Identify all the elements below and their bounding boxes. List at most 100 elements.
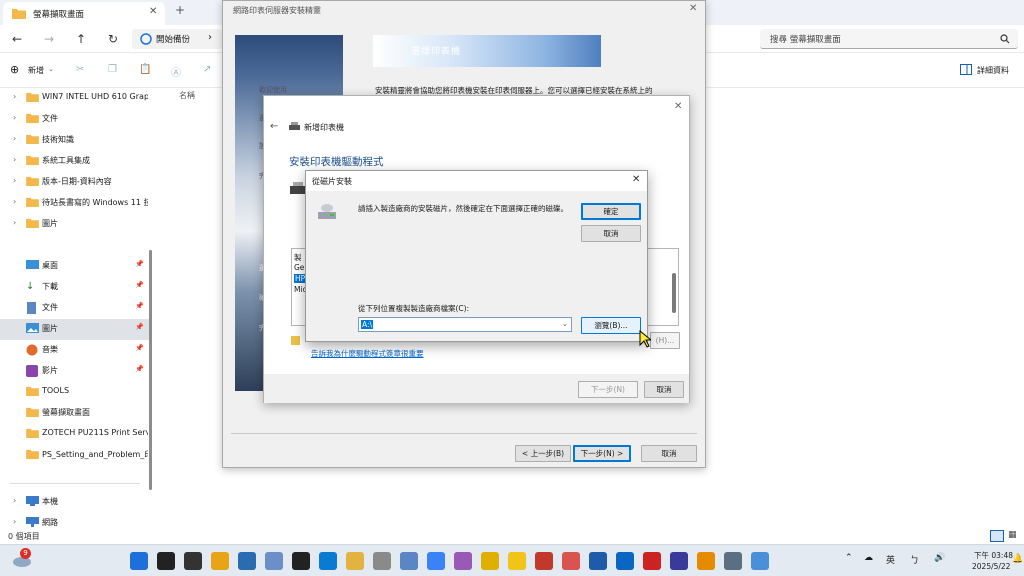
quick-access-item[interactable]: PS_Setting_and_Problem_印表 bbox=[0, 445, 150, 466]
next-button[interactable]: 下一步(N) > bbox=[573, 445, 631, 462]
chevron-right-icon[interactable]: › bbox=[13, 176, 16, 185]
taskbar-app-icon[interactable] bbox=[211, 552, 229, 570]
quick-access-item[interactable]: 文件 📌 bbox=[0, 298, 150, 319]
list-item[interactable]: 製 bbox=[294, 252, 302, 263]
chevron-right-icon[interactable]: › bbox=[13, 134, 16, 143]
taskbar-app-icon[interactable] bbox=[589, 552, 607, 570]
notification-bell-icon[interactable]: 🔔 bbox=[1012, 554, 1023, 564]
taskbar-app-icon[interactable] bbox=[616, 552, 634, 570]
new-tab-plus-icon[interactable]: + bbox=[175, 3, 185, 17]
taskbar-app-icon[interactable] bbox=[427, 552, 445, 570]
search-box[interactable]: 搜尋 螢幕擷取畫面 bbox=[760, 29, 1018, 49]
chevron-right-icon[interactable]: › bbox=[13, 517, 16, 526]
quick-access-item[interactable]: 音樂 📌 bbox=[0, 340, 150, 361]
start-windows-icon[interactable] bbox=[130, 552, 148, 570]
taskbar-app-icon[interactable] bbox=[535, 552, 553, 570]
cut-icon[interactable]: ✂ bbox=[76, 64, 84, 75]
browse-button[interactable]: 瀏覽(B)... bbox=[581, 317, 641, 334]
chevron-down-icon[interactable]: ⌄ bbox=[48, 65, 54, 73]
forward-arrow-icon[interactable]: → bbox=[44, 32, 54, 46]
taskbar-app-icon[interactable] bbox=[751, 552, 769, 570]
next-button[interactable]: 下一步(N) bbox=[578, 381, 638, 398]
details-button[interactable]: 詳細資料 bbox=[977, 65, 1009, 76]
chevron-right-icon[interactable]: › bbox=[13, 155, 16, 164]
taskbar-app-icon[interactable] bbox=[265, 552, 283, 570]
tree-item[interactable]: › 待站長書寫的 Windows 11 技 bbox=[0, 193, 150, 214]
chevron-right-icon[interactable]: › bbox=[13, 496, 16, 505]
taskbar-app-icon[interactable] bbox=[670, 552, 688, 570]
explorer-tab[interactable]: 螢幕擷取畫面 ✕ bbox=[3, 2, 165, 25]
chevron-right-icon[interactable]: › bbox=[13, 113, 16, 122]
taskbar-app-icon[interactable] bbox=[562, 552, 580, 570]
breadcrumb[interactable]: 開始備份 › bbox=[132, 29, 222, 49]
chevron-right-icon[interactable]: › bbox=[13, 218, 16, 227]
quick-access-item[interactable]: ZOTECH PU211S Print Server bbox=[0, 424, 150, 445]
clock-time[interactable]: 下午 03:48 bbox=[974, 550, 1013, 561]
chevron-right-icon[interactable]: › bbox=[13, 92, 16, 101]
path-value[interactable]: A:\ bbox=[361, 320, 374, 329]
details-pane-icon[interactable] bbox=[960, 64, 972, 75]
tree-item[interactable]: › 文件 bbox=[0, 109, 150, 130]
quick-access-item[interactable]: ↓ 下載 📌 bbox=[0, 277, 150, 298]
ime-indicator[interactable]: 英 bbox=[886, 553, 895, 566]
input-mode-icon[interactable]: ㄅ bbox=[910, 553, 919, 566]
chevron-right-icon[interactable]: › bbox=[13, 197, 16, 206]
quick-access-item[interactable]: 螢幕擷取畫面 bbox=[0, 403, 150, 424]
tree-item[interactable]: › 版本-日期-資料內容 bbox=[0, 172, 150, 193]
taskbar-app-icon[interactable] bbox=[481, 552, 499, 570]
copy-icon[interactable]: ❐ bbox=[108, 64, 117, 75]
pin-icon[interactable]: 📌 bbox=[135, 260, 144, 268]
search-icon[interactable] bbox=[1000, 34, 1010, 44]
taskbar-app-icon[interactable] bbox=[697, 552, 715, 570]
taskbar-app-icon[interactable] bbox=[373, 552, 391, 570]
search-icon[interactable] bbox=[157, 552, 175, 570]
taskbar-app-icon[interactable] bbox=[292, 552, 310, 570]
pin-icon[interactable]: 📌 bbox=[135, 302, 144, 310]
breadcrumb-item[interactable]: 開始備份 bbox=[156, 33, 190, 45]
pin-icon[interactable]: 📌 bbox=[135, 344, 144, 352]
taskbar-app-icon[interactable] bbox=[724, 552, 742, 570]
tree-item[interactable]: › 系統工具集成 bbox=[0, 151, 150, 172]
new-plus-icon[interactable]: ⊕ bbox=[10, 63, 19, 76]
taskbar-app-icon[interactable] bbox=[319, 552, 337, 570]
taskbar-app-icon[interactable] bbox=[400, 552, 418, 570]
column-header-name[interactable]: 名稱 bbox=[179, 90, 195, 101]
share-icon[interactable]: ↗ bbox=[203, 64, 211, 75]
ok-button[interactable]: 確定 bbox=[581, 203, 641, 220]
back-arrow-icon[interactable]: ← bbox=[12, 32, 22, 46]
taskbar-app-icon[interactable] bbox=[184, 552, 202, 570]
tree-item[interactable]: › 技術知識 bbox=[0, 130, 150, 151]
new-button[interactable]: 新增 bbox=[28, 65, 44, 76]
up-arrow-icon[interactable]: ↑ bbox=[76, 32, 86, 46]
close-icon[interactable]: ✕ bbox=[149, 6, 157, 17]
driver-signing-link[interactable]: 告訴我為什麼驅動程式簽章很重要 bbox=[311, 348, 424, 359]
close-icon[interactable]: ✕ bbox=[632, 174, 640, 185]
have-disk-button[interactable]: (H)... bbox=[650, 332, 680, 349]
scrollbar[interactable] bbox=[672, 273, 676, 313]
scrollbar[interactable] bbox=[149, 250, 152, 490]
tree-item[interactable]: › 圖片 bbox=[0, 214, 150, 235]
network-speaker-icon[interactable]: 🔊 bbox=[934, 553, 945, 563]
paste-icon[interactable]: 📋 bbox=[139, 64, 151, 75]
cancel-button[interactable]: 取消 bbox=[641, 445, 697, 462]
pin-icon[interactable]: 📌 bbox=[135, 365, 144, 373]
quick-access-item[interactable]: TOOLS bbox=[0, 382, 150, 403]
close-icon[interactable]: ✕ bbox=[689, 3, 697, 14]
back-arrow-icon[interactable]: ← bbox=[270, 121, 278, 132]
back-button[interactable]: < 上一步(B) bbox=[515, 445, 571, 462]
cancel-button[interactable]: 取消 bbox=[581, 225, 641, 242]
close-icon[interactable]: ✕ bbox=[674, 101, 682, 112]
clock-date[interactable]: 2025/5/22 bbox=[972, 562, 1010, 571]
tree-item-this-pc[interactable]: › 本機 bbox=[0, 492, 150, 513]
cancel-button[interactable]: 取消 bbox=[644, 381, 684, 398]
tree-item[interactable]: ›WIN7 INTEL UHD 610 Graphics bbox=[0, 88, 150, 109]
pin-icon[interactable]: 📌 bbox=[135, 281, 144, 289]
quick-access-item[interactable]: 桌面 📌 bbox=[0, 256, 150, 277]
chevron-down-icon[interactable]: ⌄ bbox=[562, 320, 568, 328]
taskbar-app-icon[interactable] bbox=[238, 552, 256, 570]
taskbar-app-icon[interactable] bbox=[643, 552, 661, 570]
quick-access-item[interactable]: 影片 📌 bbox=[0, 361, 150, 382]
refresh-icon[interactable]: ↻ bbox=[108, 32, 118, 46]
cloud-icon[interactable]: ☁ bbox=[864, 553, 873, 563]
path-combobox[interactable]: A:\ ⌄ bbox=[358, 317, 572, 332]
